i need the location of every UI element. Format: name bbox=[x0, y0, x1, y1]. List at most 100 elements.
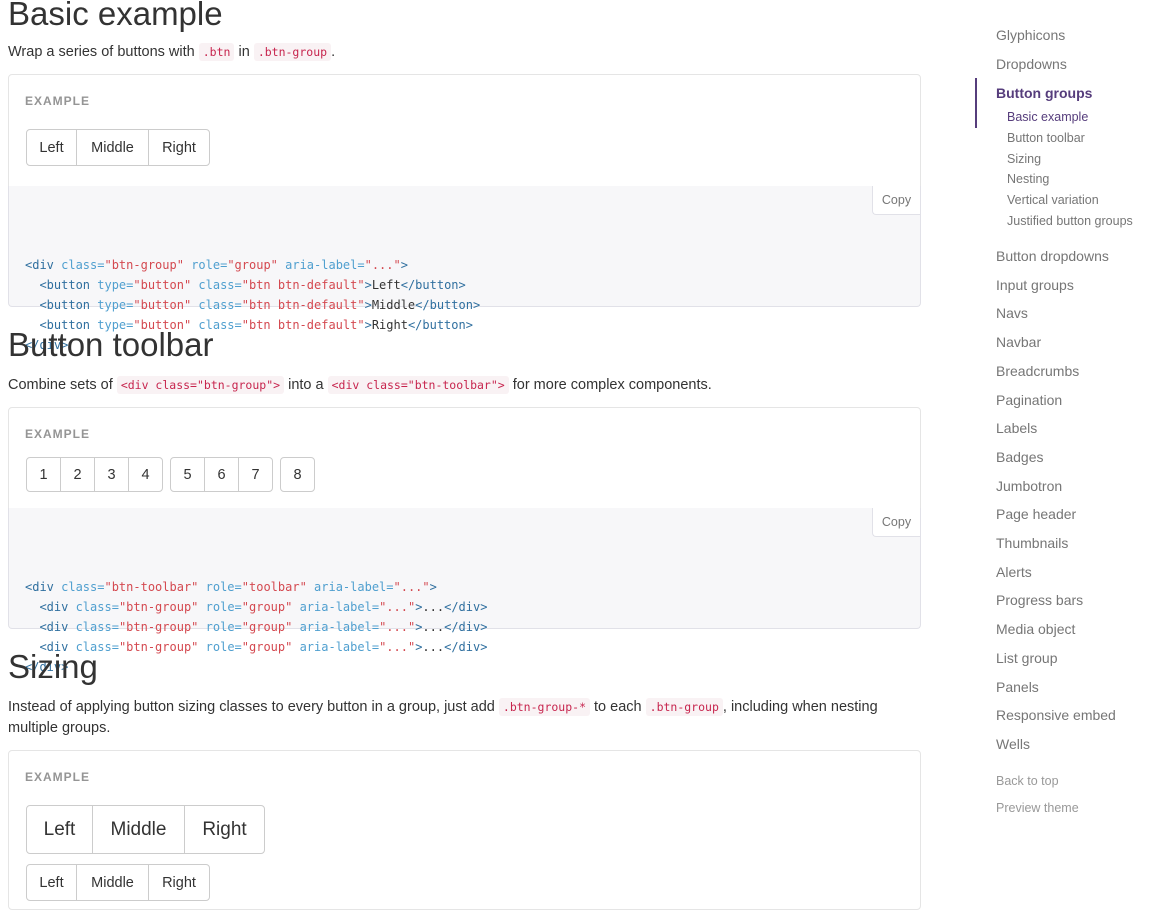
example-label: Example bbox=[25, 94, 91, 108]
sidebar-item-thumbnails[interactable]: Thumbnails bbox=[996, 535, 1068, 551]
sidebar-subitem-justified-button-groups[interactable]: Justified button groups bbox=[1007, 214, 1133, 228]
copy-button[interactable]: Copy bbox=[872, 186, 920, 215]
code-token: ... bbox=[422, 620, 445, 634]
sidebar-subitem-vertical-variation[interactable]: Vertical variation bbox=[1007, 193, 1099, 207]
code-token: aria-label= bbox=[292, 640, 380, 654]
code-token: </div> bbox=[444, 640, 488, 654]
sidebar-item-button-dropdowns[interactable]: Button dropdowns bbox=[996, 248, 1109, 264]
code-token: type= bbox=[97, 278, 134, 292]
code-line: <button type="button" class="btn btn-def… bbox=[25, 275, 904, 295]
sidebar-item-wells[interactable]: Wells bbox=[996, 736, 1030, 752]
sidebar-item-button-groups[interactable]: Button groups bbox=[996, 85, 1092, 101]
code-token: <div bbox=[39, 620, 76, 634]
button-1[interactable]: 1 bbox=[26, 457, 61, 492]
sidebar-item-responsive-embed[interactable]: Responsive embed bbox=[996, 707, 1116, 723]
sidebar-item-page-header[interactable]: Page header bbox=[996, 506, 1076, 522]
sidebar-item-progress-bars[interactable]: Progress bars bbox=[996, 592, 1083, 608]
button-6[interactable]: 6 bbox=[204, 457, 239, 492]
sidebar-item-pagination[interactable]: Pagination bbox=[996, 392, 1062, 408]
sidebar-item-media-object[interactable]: Media object bbox=[996, 621, 1075, 637]
button-4[interactable]: 4 bbox=[128, 457, 163, 492]
code-token: "..." bbox=[364, 258, 401, 272]
button-left[interactable]: Left bbox=[26, 805, 93, 854]
active-indicator bbox=[975, 78, 977, 128]
code-token: class= bbox=[75, 600, 119, 614]
sidebar-item-panels[interactable]: Panels bbox=[996, 679, 1039, 695]
button-2[interactable]: 2 bbox=[60, 457, 95, 492]
code-token: class= bbox=[191, 278, 242, 292]
desc-text: Wrap a series of buttons with bbox=[8, 44, 195, 60]
desc-text: . bbox=[331, 44, 336, 60]
sidebar-item-alerts[interactable]: Alerts bbox=[996, 564, 1032, 580]
button-left[interactable]: Left bbox=[26, 129, 77, 166]
back-to-top-link[interactable]: Back to top bbox=[996, 774, 1059, 788]
desc-text: in bbox=[238, 44, 250, 60]
sidebar-item-navs[interactable]: Navs bbox=[996, 305, 1028, 321]
code-token: </div> bbox=[444, 600, 488, 614]
code-token: Right bbox=[371, 318, 408, 332]
code-token: type= bbox=[97, 298, 134, 312]
code-token: ... bbox=[422, 600, 445, 614]
inline-code: .btn bbox=[198, 43, 235, 61]
sidebar-subitem-basic-example[interactable]: Basic example bbox=[1007, 110, 1088, 124]
sidebar-subitem-sizing[interactable]: Sizing bbox=[1007, 152, 1041, 166]
button-5[interactable]: 5 bbox=[170, 457, 205, 492]
button-7[interactable]: 7 bbox=[238, 457, 273, 492]
code-token: "group" bbox=[241, 640, 293, 654]
button-left[interactable]: Left bbox=[26, 864, 77, 901]
code-token: "btn btn-default" bbox=[241, 298, 365, 312]
sidebar-item-glyphicons[interactable]: Glyphicons bbox=[996, 27, 1065, 43]
button-middle[interactable]: Middle bbox=[76, 129, 149, 166]
code-token: ... bbox=[422, 640, 445, 654]
sidebar-item-input-groups[interactable]: Input groups bbox=[996, 277, 1074, 293]
desc-text: Combine sets of bbox=[8, 377, 113, 393]
sizing-description: Instead of applying button sizing classe… bbox=[8, 697, 921, 739]
code-token: "..." bbox=[379, 600, 416, 614]
button-right[interactable]: Right bbox=[148, 864, 210, 901]
code-token: <button bbox=[39, 298, 98, 312]
basic-example-description: Wrap a series of buttons with .btn in .b… bbox=[8, 42, 335, 63]
sidebar-item-labels[interactable]: Labels bbox=[996, 420, 1037, 436]
code-token: "..." bbox=[379, 640, 416, 654]
button-right[interactable]: Right bbox=[184, 805, 265, 854]
code-line: <div class="btn-toolbar" role="toolbar" … bbox=[25, 577, 904, 597]
code-line: <div class="btn-group" role="group" aria… bbox=[25, 637, 904, 657]
button-3[interactable]: 3 bbox=[94, 457, 129, 492]
sidebar-subitem-button-toolbar[interactable]: Button toolbar bbox=[1007, 131, 1085, 145]
sidebar-item-breadcrumbs[interactable]: Breadcrumbs bbox=[996, 363, 1079, 379]
btn-group-toolbar-3: 8 bbox=[280, 457, 315, 492]
code-token: "..." bbox=[379, 620, 416, 634]
btn-group-toolbar-1: 1234 bbox=[26, 457, 163, 492]
btn-group-large: Left Middle Right bbox=[26, 805, 265, 854]
button-right[interactable]: Right bbox=[148, 129, 210, 166]
btn-group-default: Left Middle Right bbox=[26, 864, 210, 901]
sidebar-item-badges[interactable]: Badges bbox=[996, 449, 1043, 465]
code-token: aria-label= bbox=[277, 258, 365, 272]
code-token: Left bbox=[371, 278, 401, 292]
code-token: <div bbox=[39, 600, 76, 614]
code-token: "btn-group" bbox=[118, 600, 199, 614]
code-token: class= bbox=[191, 298, 242, 312]
code-token: class= bbox=[61, 258, 105, 272]
button-middle[interactable]: Middle bbox=[92, 805, 185, 854]
example-label: Example bbox=[25, 427, 91, 441]
code-token: "toolbar" bbox=[241, 580, 307, 594]
sidebar-item-list-group[interactable]: List group bbox=[996, 650, 1057, 666]
preview-theme-link[interactable]: Preview theme bbox=[996, 801, 1079, 815]
desc-text: Instead of applying button sizing classe… bbox=[8, 699, 495, 715]
code-token: "btn btn-default" bbox=[241, 278, 365, 292]
code-token: aria-label= bbox=[306, 580, 394, 594]
sidebar-item-jumbotron[interactable]: Jumbotron bbox=[996, 478, 1062, 494]
code-content: <div class="btn-toolbar" role="toolbar" … bbox=[25, 577, 904, 677]
inline-code: .btn-group bbox=[253, 43, 332, 61]
btn-group-basic: Left Middle Right bbox=[26, 129, 210, 166]
button-middle[interactable]: Middle bbox=[76, 864, 149, 901]
sidebar-subitem-nesting[interactable]: Nesting bbox=[1007, 172, 1049, 186]
sidebar-item-dropdowns[interactable]: Dropdowns bbox=[996, 56, 1067, 72]
button-8[interactable]: 8 bbox=[280, 457, 315, 492]
copy-button[interactable]: Copy bbox=[872, 508, 920, 537]
code-token: "button" bbox=[133, 278, 192, 292]
sidebar-item-navbar[interactable]: Navbar bbox=[996, 334, 1041, 350]
